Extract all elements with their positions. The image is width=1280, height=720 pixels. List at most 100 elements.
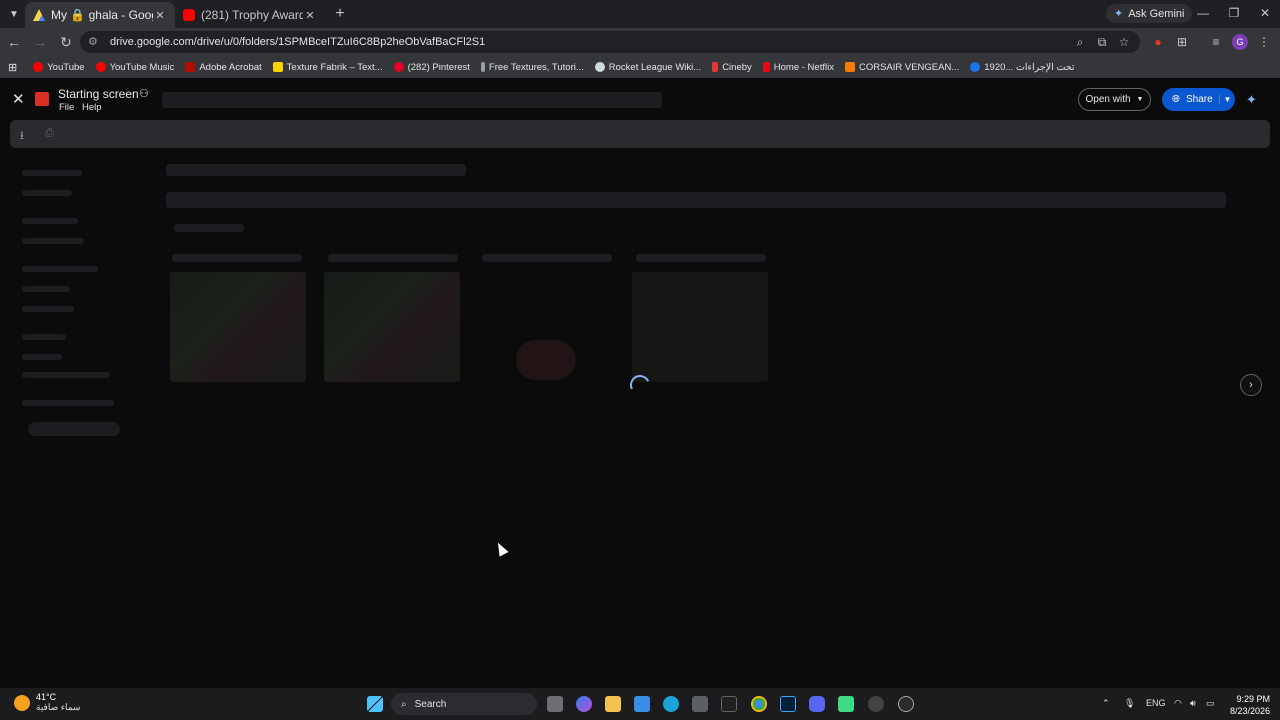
windows-start-icon[interactable] bbox=[367, 696, 383, 712]
bookmark-pinterest[interactable]: (282) Pinterest bbox=[393, 62, 470, 73]
volume-icon[interactable]: 🔊︎ bbox=[1190, 698, 1196, 709]
snipping-tool-icon[interactable] bbox=[692, 696, 708, 712]
media-control-icon[interactable]: ≡ bbox=[1208, 34, 1224, 50]
open-with-label: Open with bbox=[1085, 94, 1131, 105]
bookmark-arabic-site[interactable]: 1920... تحت الإجراءات bbox=[970, 62, 1075, 73]
dimmed-nav-item bbox=[22, 170, 82, 176]
bookmark-free-textures[interactable]: Free Textures, Tutori... bbox=[480, 62, 584, 73]
download-icon[interactable]: ⭳ bbox=[20, 127, 24, 146]
show-hidden-icons-chevron-icon[interactable]: ⌃ bbox=[1102, 698, 1110, 709]
discord-icon[interactable] bbox=[809, 696, 825, 712]
bookmark-youtube-music[interactable]: YouTube Music bbox=[95, 62, 174, 73]
gemini-icon[interactable]: ✦ bbox=[1246, 92, 1257, 108]
bookmark-rocket-league-wiki[interactable]: Rocket League Wiki... bbox=[594, 62, 701, 73]
more-menu-icon[interactable]: ⋮ bbox=[1256, 34, 1272, 50]
app-icon[interactable] bbox=[868, 696, 884, 712]
extensions-puzzle-icon[interactable]: ⊞ bbox=[1174, 34, 1190, 50]
reload-icon[interactable]: ↻ bbox=[54, 30, 78, 54]
ask-gemini-button[interactable]: ✦ Ask Gemini bbox=[1106, 4, 1193, 23]
address-bar[interactable]: ⚙ drive.google.com/drive/u/0/folders/1SP… bbox=[80, 31, 1140, 53]
profile-avatar-icon[interactable]: G bbox=[1232, 34, 1248, 50]
copilot-icon[interactable] bbox=[576, 696, 592, 712]
chrome-icon[interactable] bbox=[751, 696, 767, 712]
free-textures-icon bbox=[480, 62, 485, 72]
minimize-icon[interactable]: — bbox=[1195, 6, 1211, 20]
file-title: Starting screen bbox=[58, 87, 139, 101]
file-explorer-icon[interactable] bbox=[605, 696, 621, 712]
bookmark-adobe-acrobat[interactable]: Adobe Acrobat bbox=[185, 62, 262, 73]
dimmed-file-name bbox=[328, 254, 458, 262]
dimmed-nav-item bbox=[22, 286, 70, 292]
close-viewer-icon[interactable]: ✕ bbox=[12, 90, 25, 108]
dimmed-nav-item bbox=[22, 238, 84, 244]
bookmark-youtube[interactable]: YouTube bbox=[33, 62, 85, 73]
close-window-icon[interactable]: ✕ bbox=[1257, 6, 1273, 20]
close-tab-icon[interactable]: ✕ bbox=[153, 9, 167, 22]
menu-file[interactable]: File bbox=[59, 102, 74, 113]
extension-icon[interactable]: ● bbox=[1150, 34, 1166, 50]
zoom-icon[interactable]: ⌕ bbox=[1072, 34, 1088, 50]
system-clock[interactable]: 9:29 PM 8/23/2026 bbox=[1222, 693, 1270, 717]
epic-games-icon[interactable] bbox=[721, 696, 737, 712]
bookmark-texture-fabrik[interactable]: Texture Fabrik – Text... bbox=[272, 62, 383, 73]
youtube-icon bbox=[33, 62, 44, 72]
next-file-chevron-icon[interactable]: › bbox=[1240, 374, 1262, 396]
dimmed-file-thumbnail bbox=[324, 272, 460, 382]
back-icon[interactable]: ← bbox=[2, 30, 26, 54]
tab-search-button[interactable]: ▼ bbox=[3, 3, 25, 25]
site-globe-icon bbox=[970, 62, 981, 72]
texture-fabrik-icon bbox=[272, 62, 283, 72]
taskbar-search[interactable]: ⌕ Search bbox=[391, 693, 537, 715]
dimmed-selection-bar bbox=[166, 164, 466, 176]
dimmed-file-name bbox=[172, 254, 302, 262]
task-view-icon[interactable] bbox=[547, 696, 563, 712]
share-options-chevron-icon[interactable]: ▼ bbox=[1219, 95, 1235, 104]
forward-icon[interactable]: → bbox=[28, 30, 52, 54]
dimmed-nav-item bbox=[22, 354, 62, 360]
share-label: Share bbox=[1186, 94, 1213, 105]
photoshop-icon[interactable] bbox=[780, 696, 796, 712]
print-icon[interactable]: ⎙ bbox=[45, 127, 54, 140]
microphone-icon[interactable]: 🎙︎ bbox=[1124, 698, 1135, 709]
browser-toolbar: ← → ↻ ⚙ drive.google.com/drive/u/0/folde… bbox=[0, 28, 1280, 56]
close-tab-icon[interactable]: ✕ bbox=[303, 9, 317, 22]
dimmed-file-thumbnail bbox=[632, 272, 768, 382]
dimmed-info-banner bbox=[166, 192, 1226, 208]
drive-file-viewer: ✕ Starting screen ⚇ File Help Open with … bbox=[0, 78, 1280, 688]
bookmark-star-icon[interactable]: ☆ bbox=[1116, 34, 1132, 50]
tab-title: My 🔒 ghala - Google Drive bbox=[51, 8, 153, 22]
weather-widget[interactable]: 41°C سماء صافية bbox=[14, 692, 80, 713]
wifi-icon[interactable]: ◠ bbox=[1174, 698, 1182, 709]
install-app-icon[interactable]: ⧉ bbox=[1094, 34, 1110, 50]
dimmed-section-header bbox=[174, 224, 244, 232]
dimmed-get-storage-button bbox=[28, 422, 120, 436]
viewer-action-bar: ⭳ ⎙ bbox=[10, 120, 1270, 148]
dimmed-file-name bbox=[482, 254, 612, 262]
mouse-cursor-icon bbox=[493, 540, 509, 557]
clock-date: 8/23/2026 bbox=[1229, 706, 1270, 716]
bookmark-corsair[interactable]: CORSAIR VENGEAN... bbox=[844, 62, 959, 73]
input-language[interactable]: ENG bbox=[1146, 698, 1166, 708]
apps-grid-icon[interactable]: ⊞ bbox=[8, 61, 17, 74]
globe-icon: 🌐︎ bbox=[1172, 94, 1180, 105]
bookmark-netflix[interactable]: Home - Netflix bbox=[762, 62, 834, 73]
android-studio-icon[interactable] bbox=[838, 696, 854, 712]
search-placeholder: Search bbox=[414, 698, 447, 710]
pinterest-icon bbox=[393, 62, 404, 72]
menu-help[interactable]: Help bbox=[82, 102, 102, 113]
tab-google-drive[interactable]: My 🔒 ghala - Google Drive ✕ bbox=[25, 2, 175, 28]
share-button[interactable]: 🌐︎ Share ▼ bbox=[1162, 88, 1235, 111]
steelseries-icon[interactable] bbox=[898, 696, 914, 712]
bookmark-cineby[interactable]: Cineby bbox=[712, 62, 752, 73]
open-with-button[interactable]: Open with ▼ bbox=[1078, 88, 1151, 111]
windows-taskbar: 41°C سماء صافية ⌕ Search ⌃ 🎙︎ ENG ◠ 🔊︎ ▭… bbox=[0, 688, 1280, 720]
image-file-icon bbox=[35, 92, 49, 106]
dimmed-nav-item bbox=[22, 306, 74, 312]
restore-icon[interactable]: ❐ bbox=[1226, 6, 1242, 20]
edge-icon[interactable] bbox=[663, 696, 679, 712]
tab-youtube[interactable]: (281) Trophy Award Ceremony ✕ bbox=[175, 2, 325, 28]
new-tab-button[interactable]: + bbox=[329, 5, 351, 23]
site-info-icon[interactable]: ⚙ bbox=[88, 35, 102, 49]
microsoft-store-icon[interactable] bbox=[634, 696, 650, 712]
battery-icon[interactable]: ▭ bbox=[1206, 698, 1215, 709]
